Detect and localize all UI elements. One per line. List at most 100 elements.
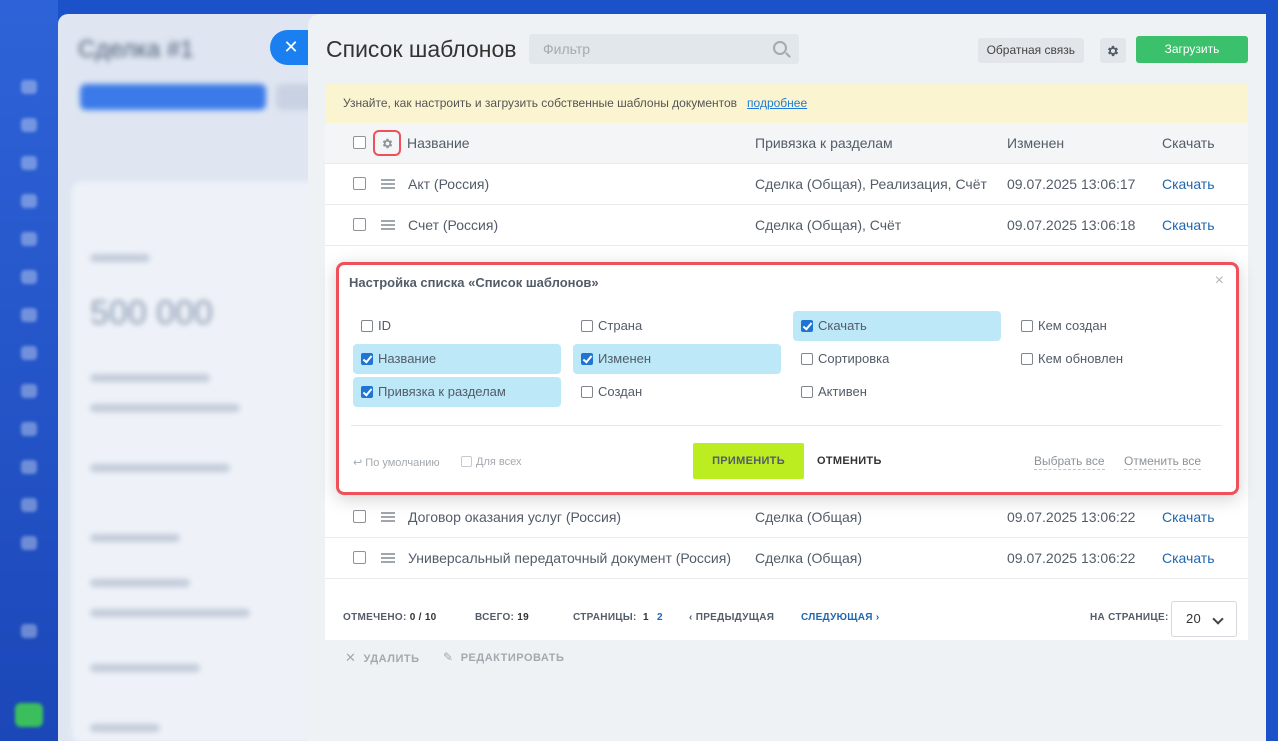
row-checkbox[interactable] bbox=[353, 177, 366, 190]
option-checkbox[interactable] bbox=[581, 320, 593, 332]
drag-handle-icon[interactable] bbox=[381, 512, 395, 522]
option-checkbox[interactable] bbox=[801, 320, 813, 332]
row-checkbox[interactable] bbox=[353, 510, 366, 523]
info-more-link[interactable]: подробнее bbox=[747, 96, 807, 110]
popup-divider bbox=[351, 425, 1222, 426]
drag-handle-icon[interactable] bbox=[381, 553, 395, 563]
select-all-checkbox[interactable] bbox=[353, 136, 366, 149]
option-checkbox[interactable] bbox=[1021, 353, 1033, 365]
slider-header: Список шаблонов Обратная связь Загрузить bbox=[326, 34, 1248, 66]
drag-handle-icon[interactable] bbox=[381, 179, 395, 189]
gear-icon bbox=[382, 138, 392, 148]
column-option[interactable]: ID bbox=[353, 311, 561, 341]
rail-icon bbox=[21, 346, 37, 360]
column-header-binding[interactable]: Привязка к разделам bbox=[755, 135, 893, 151]
table-row[interactable]: Акт (Россия) Сделка (Общая), Реализация,… bbox=[325, 164, 1248, 205]
for-all-option[interactable]: Для всех bbox=[461, 456, 521, 468]
upload-button[interactable]: Загрузить bbox=[1136, 36, 1248, 63]
column-option[interactable]: Создан bbox=[573, 377, 781, 407]
next-page-button[interactable]: СЛЕДУЮЩАЯ › bbox=[801, 612, 879, 623]
chevron-left-icon: ‹ bbox=[689, 612, 696, 623]
column-option[interactable]: Страна bbox=[573, 311, 781, 341]
filter-field[interactable] bbox=[529, 34, 799, 64]
column-header-modified[interactable]: Изменен bbox=[1007, 135, 1064, 151]
page-2-link[interactable]: 2 bbox=[657, 612, 663, 623]
left-app-rail bbox=[0, 0, 58, 741]
rail-icon bbox=[21, 384, 37, 398]
cell-modified: 09.07.2025 13:06:22 bbox=[1007, 550, 1136, 566]
option-checkbox[interactable] bbox=[361, 386, 373, 398]
per-page-label: НА СТРАНИЦЕ: bbox=[1090, 612, 1169, 623]
column-option[interactable]: Кем создан bbox=[1013, 311, 1221, 341]
table-row[interactable]: Договор оказания услуг (Россия) Сделка (… bbox=[325, 497, 1248, 538]
cell-modified: 09.07.2025 13:06:18 bbox=[1007, 217, 1136, 233]
undo-icon: ↩ bbox=[353, 457, 363, 469]
cell-binding: Сделка (Общая) bbox=[755, 509, 862, 525]
table-row[interactable]: Универсальный передаточный документ (Рос… bbox=[325, 538, 1248, 579]
column-option[interactable]: Скачать bbox=[793, 311, 1001, 341]
option-checkbox[interactable] bbox=[1021, 320, 1033, 332]
column-header-download[interactable]: Скачать bbox=[1162, 135, 1215, 151]
filter-input[interactable] bbox=[529, 34, 799, 64]
info-text: Узнайте, как настроить и загрузить собст… bbox=[343, 96, 738, 110]
column-option[interactable]: Название bbox=[353, 344, 561, 374]
close-slider-button[interactable]: ✕ bbox=[270, 30, 310, 65]
reset-default-button[interactable]: ↩ По умолчанию bbox=[353, 456, 440, 469]
feedback-button[interactable]: Обратная связь bbox=[977, 38, 1084, 63]
cell-binding: Сделка (Общая) bbox=[755, 550, 862, 566]
prev-page-button[interactable]: ‹ ПРЕДЫДУЩАЯ bbox=[689, 612, 774, 623]
download-link[interactable]: Скачать bbox=[1162, 176, 1215, 192]
total-value: 19 bbox=[517, 612, 530, 623]
for-all-checkbox[interactable] bbox=[461, 456, 472, 467]
column-settings-button[interactable] bbox=[373, 130, 401, 156]
drag-handle-icon[interactable] bbox=[381, 220, 395, 230]
delete-button[interactable]: ✕ УДАЛИТЬ bbox=[345, 650, 419, 666]
option-checkbox[interactable] bbox=[581, 353, 593, 365]
column-option[interactable]: Активен bbox=[793, 377, 1001, 407]
cell-name: Акт (Россия) bbox=[408, 176, 490, 192]
rail-icon bbox=[21, 498, 37, 512]
rail-icon bbox=[21, 270, 37, 284]
download-link[interactable]: Скачать bbox=[1162, 217, 1215, 233]
column-option[interactable]: Сортировка bbox=[793, 344, 1001, 374]
cell-name: Договор оказания услуг (Россия) bbox=[408, 509, 622, 525]
option-checkbox[interactable] bbox=[361, 353, 373, 365]
cancel-button[interactable]: ОТМЕНИТЬ bbox=[817, 455, 882, 467]
option-checkbox[interactable] bbox=[581, 386, 593, 398]
background-crm-page: Сделка #1 500 000 bbox=[58, 14, 328, 741]
popup-close-icon[interactable]: × bbox=[1215, 272, 1224, 290]
select-all-button[interactable]: Выбрать все bbox=[1034, 454, 1105, 470]
column-option[interactable]: Кем обновлен bbox=[1013, 344, 1221, 374]
download-link[interactable]: Скачать bbox=[1162, 550, 1215, 566]
row-checkbox[interactable] bbox=[353, 551, 366, 564]
apply-button[interactable]: ПРИМЕНИТЬ bbox=[693, 443, 804, 479]
settings-button[interactable] bbox=[1100, 38, 1126, 63]
table-row[interactable]: Счет (Россия) Сделка (Общая), Счёт 09.07… bbox=[325, 205, 1248, 246]
rail-icon bbox=[21, 422, 37, 436]
page-title: Список шаблонов bbox=[326, 36, 517, 62]
group-actions: ✕ УДАЛИТЬ ✎ РЕДАКТИРОВАТЬ bbox=[325, 640, 1248, 680]
cell-name: Универсальный передаточный документ (Рос… bbox=[408, 550, 731, 566]
option-checkbox[interactable] bbox=[801, 386, 813, 398]
background-title: Сделка #1 bbox=[78, 36, 194, 63]
grid-footer: ОТМЕЧЕНО: 0 / 10 ВСЕГО: 19 СТРАНИЦЫ: 1 2… bbox=[325, 593, 1248, 640]
cell-name: Счет (Россия) bbox=[408, 217, 499, 233]
edit-button[interactable]: ✎ РЕДАКТИРОВАТЬ bbox=[443, 650, 564, 664]
per-page-select[interactable]: 20 bbox=[1171, 601, 1237, 637]
column-option[interactable]: Изменен bbox=[573, 344, 781, 374]
column-header-name[interactable]: Название bbox=[407, 135, 470, 151]
rail-icon bbox=[21, 156, 37, 170]
total-label: ВСЕГО: bbox=[475, 612, 515, 623]
column-option[interactable]: Привязка к разделам bbox=[353, 377, 561, 407]
rail-icon bbox=[21, 624, 37, 638]
option-checkbox[interactable] bbox=[801, 353, 813, 365]
row-checkbox[interactable] bbox=[353, 218, 366, 231]
chevron-down-icon bbox=[1212, 613, 1224, 625]
deselect-all-button[interactable]: Отменить все bbox=[1124, 454, 1202, 470]
info-banner: Узнайте, как настроить и загрузить собст… bbox=[325, 84, 1248, 123]
option-checkbox[interactable] bbox=[361, 320, 373, 332]
background-amount: 500 000 bbox=[90, 294, 213, 332]
download-link[interactable]: Скачать bbox=[1162, 509, 1215, 525]
search-icon[interactable] bbox=[773, 41, 787, 55]
grid-header-row: Название Привязка к разделам Изменен Ска… bbox=[325, 123, 1248, 164]
